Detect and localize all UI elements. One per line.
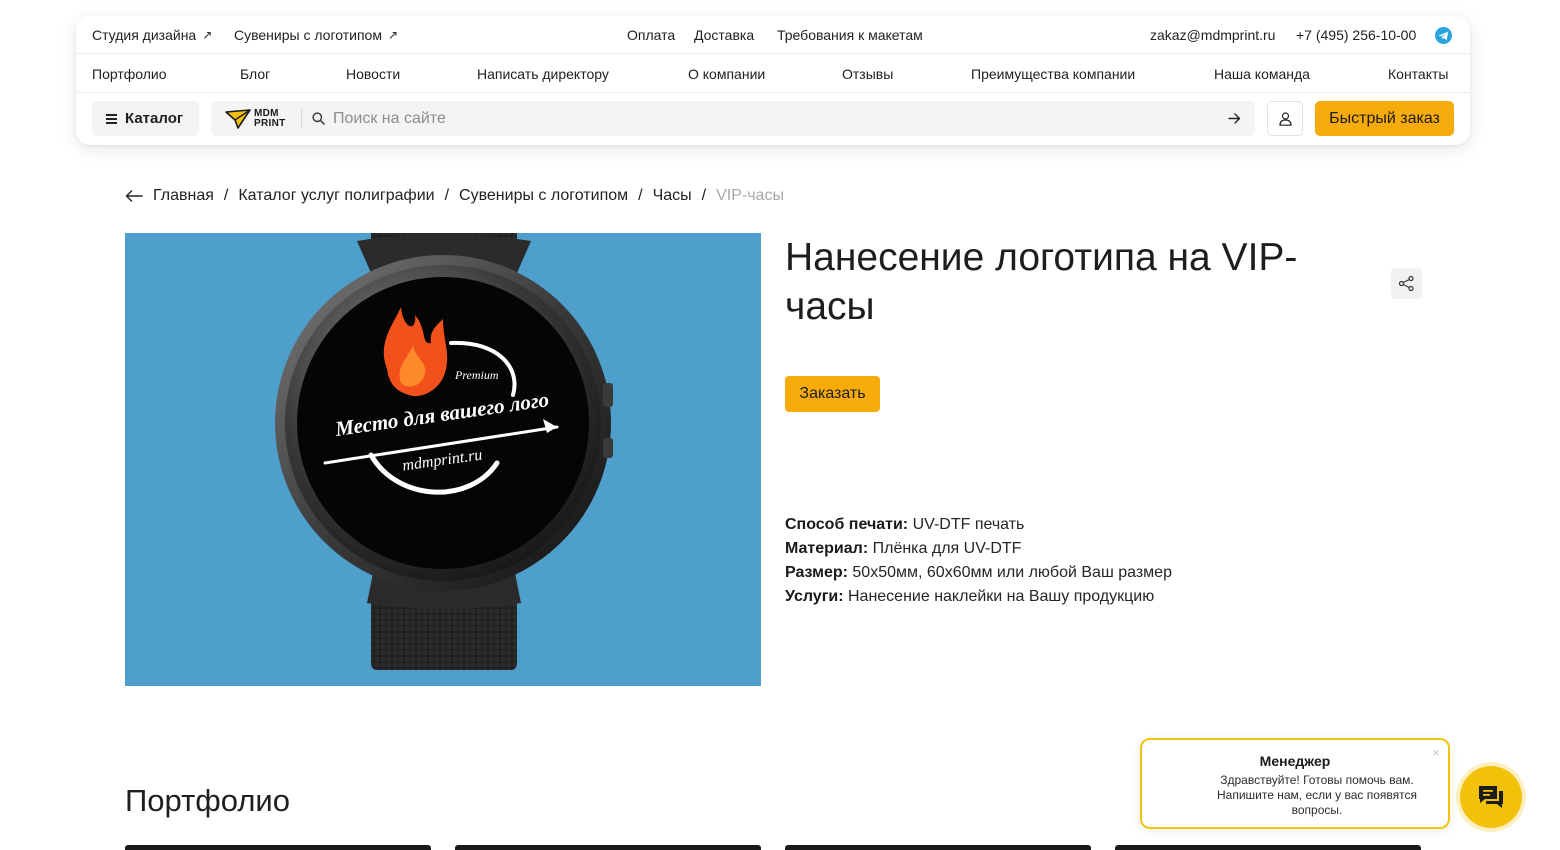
chat-greeting: Здравствуйте! Готовы помочь вам. Напишит… xyxy=(1216,773,1418,817)
portfolio-thumbnail[interactable] xyxy=(455,845,761,850)
spec-row: Материал: Плёнка для UV-DTF xyxy=(785,537,1172,561)
catalog-button[interactable]: Каталог xyxy=(92,101,199,136)
external-arrow-icon: ↗ xyxy=(387,28,399,42)
back-arrow-icon[interactable] xyxy=(125,190,143,202)
account-button[interactable] xyxy=(1267,101,1303,136)
chat-button[interactable] xyxy=(1460,766,1522,828)
paper-plane-icon xyxy=(225,109,251,129)
search-icon xyxy=(312,112,325,125)
nav-reviews[interactable]: Отзывы xyxy=(842,66,893,82)
quick-order-button[interactable]: Быстрый заказ xyxy=(1315,101,1454,136)
breadcrumb-catalog[interactable]: Каталог услуг полиграфии xyxy=(238,186,434,206)
spec-row: Услуги: Нанесение наклейки на Вашу проду… xyxy=(785,585,1172,609)
external-arrow-icon: ↗ xyxy=(202,28,213,42)
breadcrumb-souvenirs[interactable]: Сувениры с логотипом xyxy=(459,186,628,206)
portfolio-thumbnail[interactable] xyxy=(125,845,431,850)
breadcrumb: Главная / Каталог услуг полиграфии / Сув… xyxy=(125,186,784,206)
breadcrumb-watches[interactable]: Часы xyxy=(653,186,692,206)
phone-link[interactable]: +7 (495) 256-10-00 xyxy=(1296,27,1416,43)
spec-value: Нанесение наклейки на Вашу продукцию xyxy=(847,588,1155,605)
design-studio-link[interactable]: Студия дизайна ↗ xyxy=(92,27,212,44)
design-studio-label: Студия дизайна xyxy=(92,27,197,43)
chat-manager-name: Менеджер xyxy=(1259,753,1331,769)
spec-label: Размер: xyxy=(785,564,848,581)
nav-advantages[interactable]: Преимущества компании xyxy=(971,66,1135,82)
spec-value: 50х50мм, 60х60мм или любой Ваш размер xyxy=(852,564,1172,581)
logo-text-bottom: PRINT xyxy=(254,118,286,129)
nav-news[interactable]: Новости xyxy=(346,66,400,82)
delivery-link[interactable]: Доставка xyxy=(694,27,754,43)
site-header: Студия дизайна ↗ Сувениры с логотипом ↗ Оп… xyxy=(76,16,1470,145)
chat-icon xyxy=(1479,786,1503,808)
nav-team[interactable]: Наша команда xyxy=(1214,66,1310,82)
telegram-icon[interactable] xyxy=(1435,27,1452,44)
menu-icon xyxy=(106,113,117,124)
payment-link[interactable]: Оплата xyxy=(627,27,675,43)
nav-write-director[interactable]: Написать директору xyxy=(477,66,609,82)
search-bar: MDM PRINT xyxy=(211,101,1255,136)
chat-popup[interactable]: × Менеджер Здравствуйте! Готовы помочь в… xyxy=(1140,738,1450,829)
share-button[interactable] xyxy=(1391,268,1422,299)
order-button[interactable]: Заказать xyxy=(785,376,880,412)
search-input[interactable] xyxy=(333,107,1213,131)
page-title: Нанесение логотипа на VIP-часы xyxy=(785,236,1298,328)
nav-contacts[interactable]: Контакты xyxy=(1388,66,1448,82)
spec-label: Услуги: xyxy=(785,588,844,605)
breadcrumb-separator: / xyxy=(223,187,229,204)
svg-text:Premium: Premium xyxy=(454,368,499,382)
email-link[interactable]: zakaz@mdmprint.ru xyxy=(1150,27,1275,43)
product-image[interactable]: Premium Место для вашего лого mdmprint.r… xyxy=(125,233,761,686)
souvenirs-link[interactable]: Сувениры с логотипом ↗ xyxy=(234,27,398,44)
product-specs: Способ печати: UV-DTF печать Материал: П… xyxy=(785,513,1172,609)
spec-value: UV-DTF печать xyxy=(912,516,1025,533)
breadcrumb-separator: / xyxy=(701,187,707,204)
breadcrumb-current: VIP-часы xyxy=(716,187,784,204)
top-bar: Студия дизайна ↗ Сувениры с логотипом ↗ Оп… xyxy=(76,16,1470,54)
spec-row: Размер: 50х50мм, 60х60мм или любой Ваш р… xyxy=(785,561,1172,585)
breadcrumb-separator: / xyxy=(638,187,643,204)
portfolio-thumbnail[interactable] xyxy=(1115,845,1421,850)
spec-value: Плёнка для UV-DTF xyxy=(872,540,1022,557)
nav-about[interactable]: О компании xyxy=(688,66,765,82)
spec-label: Способ печати: xyxy=(785,516,909,533)
spec-row: Способ печати: UV-DTF печать xyxy=(785,513,1172,537)
site-logo[interactable]: MDM PRINT xyxy=(225,107,287,131)
portfolio-thumbnail[interactable] xyxy=(785,845,1091,850)
main-nav: Портфолио Блог Новости Написать директор… xyxy=(76,54,1470,93)
search-divider xyxy=(301,109,302,128)
nav-blog[interactable]: Блог xyxy=(240,66,270,82)
user-icon xyxy=(1279,112,1292,126)
breadcrumb-separator: / xyxy=(444,187,450,204)
souvenirs-label: Сувениры с логотипом xyxy=(234,27,382,43)
portfolio-heading: Портфолио xyxy=(125,783,290,818)
nav-portfolio[interactable]: Портфолио xyxy=(92,66,167,82)
watch-illustration: Premium Место для вашего лого mdmprint.r… xyxy=(275,233,613,670)
layout-requirements-link[interactable]: Требования к макетам xyxy=(777,27,923,43)
breadcrumb-home[interactable]: Главная xyxy=(153,186,214,206)
share-icon xyxy=(1398,275,1414,292)
catalog-label: Каталог xyxy=(125,110,184,127)
spec-label: Материал: xyxy=(785,540,869,557)
arrow-right-icon[interactable] xyxy=(1228,112,1241,125)
